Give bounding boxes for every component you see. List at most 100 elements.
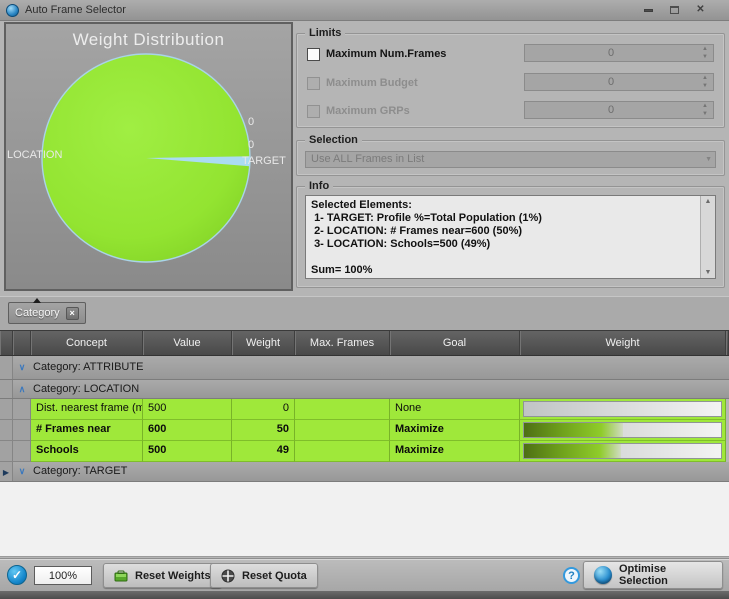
cell-value[interactable]: 500	[143, 399, 232, 420]
cell-weight-bar[interactable]	[520, 441, 726, 462]
title-bar: Auto Frame Selector ✕	[0, 0, 729, 21]
weight-bar-fill	[524, 444, 621, 458]
max-budget-row: Maximum Budget	[307, 75, 418, 91]
row-expander-cell	[13, 399, 31, 420]
help-icon[interactable]: ?	[563, 567, 580, 584]
spinner-down-icon[interactable]: ▼	[698, 54, 712, 61]
scroll-up-icon[interactable]: ▲	[701, 198, 715, 205]
header-weight[interactable]: Weight	[232, 331, 295, 355]
selection-legend: Selection	[305, 134, 362, 147]
max-grps-checkbox	[307, 105, 320, 118]
cell-concept[interactable]: # Frames near	[31, 420, 143, 441]
minimize-button[interactable]	[642, 4, 655, 16]
max-budget-spinner: 0 ▲ ▼	[524, 73, 714, 91]
max-num-frames-spinner[interactable]: 0 ▲ ▼	[524, 44, 714, 62]
limits-groupbox: Limits Maximum Num.Frames 0 ▲ ▼ Maximum …	[296, 33, 725, 128]
optimise-selection-button[interactable]: Optimise Selection	[583, 561, 723, 589]
header-max-frames[interactable]: Max. Frames	[295, 331, 390, 355]
row-indicator-cell	[0, 441, 13, 462]
max-budget-value: 0	[525, 74, 697, 90]
header-indicator	[0, 331, 13, 355]
row-expander-cell	[13, 420, 31, 441]
group-chip-close-icon[interactable]: ×	[66, 307, 79, 320]
group-by-panel: Category ×	[0, 296, 729, 330]
total-weight-input[interactable]	[34, 566, 92, 585]
weight-bar-track	[523, 401, 722, 417]
table-row-schools[interactable]: Schools 500 49 Maximize	[0, 441, 729, 462]
max-grps-label: Maximum GRPs	[326, 105, 410, 117]
cell-value[interactable]: 600	[143, 420, 232, 441]
group-label-attribute: Category: ATTRIBUTE	[31, 356, 143, 379]
group-chip-category[interactable]: Category ×	[8, 302, 86, 324]
dropdown-arrow-icon: ▼	[705, 156, 712, 163]
pie-label-zero-2: 0	[248, 139, 254, 151]
group-label-location: Category: LOCATION	[31, 380, 139, 398]
table-row-dist-nearest-frame[interactable]: Dist. nearest frame (m) 500 0 None	[0, 399, 729, 420]
cell-goal[interactable]: Maximize	[390, 441, 520, 462]
max-grps-spinner: 0 ▲ ▼	[524, 101, 714, 119]
group-row-target[interactable]: ▶ ∨ Category: TARGET	[0, 462, 729, 482]
reset-quota-icon	[221, 569, 235, 583]
cell-goal[interactable]: Maximize	[390, 420, 520, 441]
close-icon: ✕	[696, 5, 704, 15]
frames-selection-value: Use ALL Frames in List	[311, 152, 424, 167]
header-goal[interactable]: Goal	[390, 331, 520, 355]
header-value[interactable]: Value	[143, 331, 232, 355]
max-num-frames-checkbox[interactable]	[307, 48, 320, 61]
spinner-down-icon: ▼	[698, 83, 712, 90]
header-concept[interactable]: Concept	[31, 331, 143, 355]
table-row-frames-near[interactable]: # Frames near 600 50 Maximize	[0, 420, 729, 441]
spinner-up-icon[interactable]: ▲	[698, 46, 712, 53]
spinner-up-icon: ▲	[698, 75, 712, 82]
info-text: Selected Elements: 1- TARGET: Profile %=…	[311, 199, 695, 276]
group-chip-label: Category	[15, 307, 60, 319]
scroll-down-icon[interactable]: ▼	[701, 269, 715, 276]
group-row-location[interactable]: ∧ Category: LOCATION	[0, 380, 729, 399]
cell-value[interactable]: 500	[143, 441, 232, 462]
chevron-up-icon[interactable]: ∧	[13, 380, 31, 398]
reset-weights-button[interactable]: Reset Weights	[103, 563, 222, 588]
cell-weight-bar[interactable]	[520, 399, 726, 420]
cell-max-frames[interactable]	[295, 441, 390, 462]
info-legend: Info	[305, 180, 333, 193]
current-row-arrow-icon: ▶	[3, 468, 9, 477]
cell-max-frames[interactable]	[295, 399, 390, 420]
pie-chart-title: Weight Distribution	[6, 30, 291, 50]
cell-goal[interactable]: None	[390, 399, 520, 420]
optimise-selection-label: Optimise Selection	[619, 563, 712, 587]
cell-concept[interactable]: Schools	[31, 441, 143, 462]
chevron-down-icon[interactable]: ∨	[13, 356, 31, 379]
cell-concept[interactable]: Dist. nearest frame (m)	[31, 399, 143, 420]
frames-selection-combobox: Use ALL Frames in List ▼	[305, 151, 716, 168]
window-title: Auto Frame Selector	[25, 4, 126, 16]
close-button[interactable]: ✕	[694, 4, 707, 16]
row-indicator-cell	[0, 380, 13, 398]
max-budget-checkbox	[307, 77, 320, 90]
header-expander	[13, 331, 31, 355]
limits-legend: Limits	[305, 27, 345, 40]
weight-bar-track	[523, 443, 722, 459]
spinner-up-icon: ▲	[698, 103, 712, 110]
cell-weight-bar[interactable]	[520, 420, 726, 441]
chevron-down-icon[interactable]: ∨	[13, 462, 31, 481]
max-budget-label: Maximum Budget	[326, 77, 418, 89]
row-indicator-cell: ▶	[0, 462, 13, 481]
reset-quota-button[interactable]: Reset Quota	[210, 563, 318, 588]
header-weight-bar[interactable]: Weight	[520, 331, 726, 355]
pie-label-location: LOCATION	[7, 149, 62, 161]
selection-groupbox: Selection Use ALL Frames in List ▼	[296, 140, 725, 176]
optimise-globe-icon	[594, 566, 612, 584]
group-row-attribute[interactable]: ∨ Category: ATTRIBUTE	[0, 356, 729, 380]
max-num-frames-value: 0	[525, 45, 697, 61]
cell-weight[interactable]: 0	[232, 399, 295, 420]
cell-max-frames[interactable]	[295, 420, 390, 441]
cell-weight[interactable]: 50	[232, 420, 295, 441]
reset-quota-label: Reset Quota	[242, 570, 307, 582]
app-icon	[6, 4, 19, 17]
spinner-down-icon: ▼	[698, 111, 712, 118]
maximize-icon	[670, 6, 679, 14]
info-scrollbar[interactable]: ▲ ▼	[700, 196, 715, 278]
cell-weight[interactable]: 49	[232, 441, 295, 462]
maximize-button[interactable]	[668, 4, 681, 16]
minimize-icon	[644, 9, 653, 12]
